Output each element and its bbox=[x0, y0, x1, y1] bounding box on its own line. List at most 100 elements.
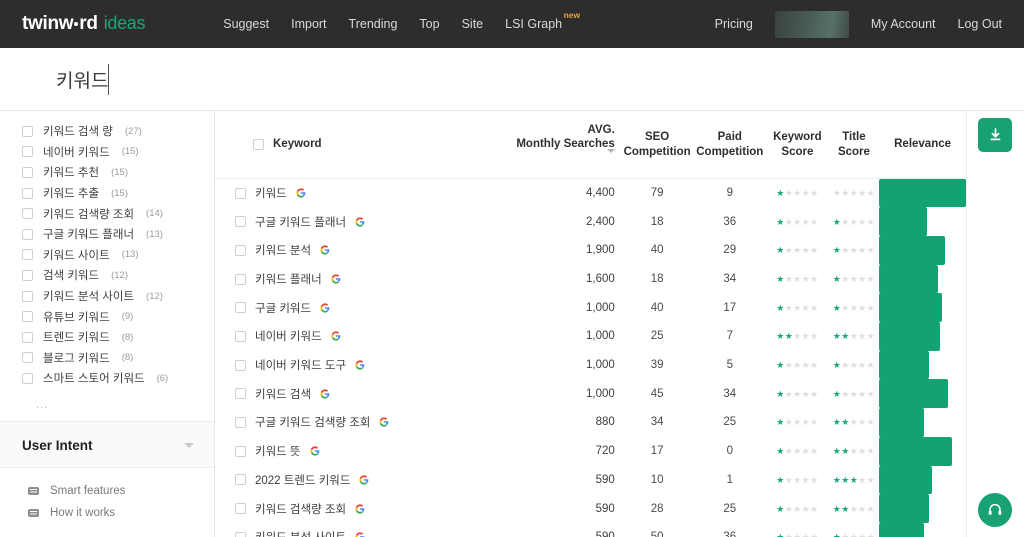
user-intent-link[interactable]: How it works bbox=[0, 502, 214, 524]
facet-row[interactable]: 유튜브 키워드 (9) bbox=[0, 306, 214, 327]
facet-checkbox[interactable] bbox=[22, 228, 33, 240]
facet-checkbox[interactable] bbox=[22, 290, 33, 302]
nav-item-pricing[interactable]: Pricing bbox=[715, 17, 753, 31]
cell-paid-competition: 1 bbox=[726, 473, 733, 486]
brand-logo[interactable]: twinw rd ideas bbox=[22, 13, 146, 35]
row-checkbox[interactable] bbox=[235, 359, 246, 371]
support-button[interactable] bbox=[978, 493, 1012, 527]
facet-more-ellipsis[interactable]: ... bbox=[0, 395, 214, 421]
facet-checkbox[interactable] bbox=[22, 372, 33, 384]
facet-row[interactable]: 블로그 키워드 (8) bbox=[0, 348, 214, 369]
facet-checkbox[interactable] bbox=[22, 269, 33, 281]
facet-checkbox[interactable] bbox=[22, 249, 33, 261]
cell-keyword-score: ★★★★★ bbox=[766, 523, 829, 537]
new-badge: new bbox=[563, 10, 581, 20]
facet-row[interactable]: 스마트 스토어 키워드 (6) bbox=[0, 368, 214, 389]
facet-row[interactable]: 키워드 검색량 조회 (14) bbox=[0, 203, 214, 224]
headset-icon bbox=[988, 503, 1002, 515]
facet-checkbox[interactable] bbox=[22, 208, 33, 220]
row-checkbox[interactable] bbox=[235, 445, 246, 457]
table-row[interactable]: 키워드 뜻 720 17 0 ★★★★★ ★★★★★ bbox=[215, 436, 966, 466]
page-title-input[interactable]: 키워드 bbox=[56, 63, 110, 95]
facet-checkbox[interactable] bbox=[22, 166, 33, 178]
right-action-rail bbox=[966, 111, 1024, 537]
cell-seo-competition: 28 bbox=[650, 502, 664, 515]
facet-checkbox[interactable] bbox=[22, 311, 33, 323]
row-checkbox[interactable] bbox=[235, 187, 246, 199]
user-intent-header[interactable]: User Intent bbox=[0, 421, 214, 468]
table-row[interactable]: 네이버 키워드 도구 1,000 39 5 ★★★★★ ★★★★★ bbox=[215, 350, 966, 380]
row-checkbox[interactable] bbox=[235, 474, 246, 486]
cell-paid-competition: 36 bbox=[723, 215, 737, 228]
nav-item-trending[interactable]: Trending bbox=[349, 17, 398, 31]
keyword-text: 키워드 검색 bbox=[255, 388, 312, 401]
table-row[interactable]: 키워드 검색량 조회 590 28 25 ★★★★★ ★★★★★ bbox=[215, 494, 966, 523]
col-paid-line2: Competition bbox=[696, 145, 764, 158]
cell-seo-competition: 39 bbox=[650, 359, 664, 372]
cell-keyword-score: ★★★★★ bbox=[766, 351, 829, 380]
cell-avg-monthly-searches: 590 bbox=[595, 473, 615, 486]
facet-checkbox[interactable] bbox=[22, 331, 33, 343]
table-row[interactable]: 2022 트렌드 키워드 590 10 1 ★★★★★ ★★★★★ bbox=[215, 465, 966, 495]
row-checkbox[interactable] bbox=[235, 416, 246, 428]
table-row[interactable]: 키워드 검색 1,000 45 34 ★★★★★ ★★★★★ bbox=[215, 379, 966, 409]
col-title-score[interactable]: Title Score bbox=[828, 111, 880, 180]
facet-row[interactable]: 트렌드 키워드 (8) bbox=[0, 327, 214, 348]
select-all-checkbox[interactable] bbox=[253, 139, 264, 151]
col-avg-monthly-searches[interactable]: AVG. Monthly Searches bbox=[513, 111, 621, 180]
table-row[interactable]: 구글 키워드 1,000 40 17 ★★★★★ ★★★★★ bbox=[215, 293, 966, 323]
nav-item-suggest[interactable]: Suggest bbox=[223, 17, 269, 31]
table-row[interactable]: 키워드 분석 사이트 5905036 ★★★★★ ★★★★★ bbox=[215, 522, 966, 537]
col-relevance[interactable]: Relevance bbox=[879, 111, 966, 180]
row-checkbox[interactable] bbox=[235, 330, 246, 342]
table-row[interactable]: 키워드 플래너 1,600 18 34 ★★★★★ ★★★★★ bbox=[215, 264, 966, 294]
facet-row[interactable]: 검색 키워드 (12) bbox=[0, 265, 214, 286]
col-keyword[interactable]: Keyword bbox=[215, 111, 514, 180]
table-row[interactable]: 키워드 분석 1,900 40 29 ★★★★★ ★★★★★ bbox=[215, 236, 966, 265]
facet-row[interactable]: 구글 키워드 플래너 (13) bbox=[0, 224, 214, 245]
nav-item-import[interactable]: Import bbox=[291, 17, 326, 31]
row-checkbox[interactable] bbox=[235, 503, 246, 515]
facet-checkbox[interactable] bbox=[22, 187, 33, 199]
cell-keyword: 키워드 뜻 bbox=[215, 437, 514, 466]
nav-item-top[interactable]: Top bbox=[419, 17, 439, 31]
col-paid-line1: Paid bbox=[717, 131, 742, 144]
row-checkbox[interactable] bbox=[235, 388, 246, 400]
row-checkbox[interactable] bbox=[235, 531, 246, 537]
table-row[interactable]: 구글 키워드 검색량 조회 880 34 25 ★★★★★ ★★★★★ bbox=[215, 408, 966, 437]
nav-item-my-account[interactable]: My Account bbox=[871, 17, 936, 31]
facet-row[interactable]: 키워드 검색 량 (27) bbox=[0, 121, 214, 142]
facet-checkbox[interactable] bbox=[22, 352, 33, 364]
cell-paid-competition: 9 bbox=[726, 187, 733, 200]
facet-label: 키워드 분석 사이트 bbox=[43, 291, 135, 304]
facet-row[interactable]: 키워드 추출 (15) bbox=[0, 183, 214, 204]
facet-row[interactable]: 네이버 키워드 (15) bbox=[0, 142, 214, 163]
nav-item-site[interactable]: Site bbox=[462, 17, 484, 31]
table-row[interactable]: 네이버 키워드 1,000 25 7 ★★★★★ ★★★★★ bbox=[215, 322, 966, 351]
table-row[interactable]: 키워드 4,400 79 9 ★★★★★ ★★★★★ bbox=[215, 179, 966, 208]
facet-row[interactable]: 키워드 사이트 (13) bbox=[0, 245, 214, 266]
row-checkbox[interactable] bbox=[235, 273, 246, 285]
relevance-bar bbox=[879, 322, 966, 351]
col-keyword-score[interactable]: Keyword Score bbox=[766, 111, 829, 180]
nav-item-log-out[interactable]: Log Out bbox=[958, 17, 1002, 31]
table-row[interactable]: 구글 키워드 플래너 2,400 18 36 ★★★★★ ★★★★★ bbox=[215, 207, 966, 236]
keyword-score-stars: ★★★★★ bbox=[776, 532, 818, 537]
row-checkbox[interactable] bbox=[235, 216, 246, 228]
row-checkbox[interactable] bbox=[235, 244, 246, 256]
title-score-stars: ★★★★★ bbox=[832, 188, 876, 199]
sort-descending-icon[interactable] bbox=[606, 148, 615, 165]
nav-item-lsi-graph[interactable]: LSI Graph new bbox=[505, 10, 580, 31]
user-intent-link[interactable]: Smart features bbox=[0, 480, 214, 502]
facet-row[interactable]: 키워드 추천 (15) bbox=[0, 162, 214, 183]
cell-keyword: 네이버 키워드 도구 bbox=[215, 351, 514, 380]
download-button[interactable] bbox=[978, 118, 1012, 152]
row-checkbox[interactable] bbox=[235, 302, 246, 314]
facet-checkbox[interactable] bbox=[22, 125, 33, 137]
facet-checkbox[interactable] bbox=[22, 146, 33, 158]
facet-row[interactable]: 키워드 분석 사이트 (12) bbox=[0, 286, 214, 307]
keyword-score-stars: ★★★★★ bbox=[776, 216, 819, 227]
col-seo-competition[interactable]: SEO Competition bbox=[620, 111, 694, 180]
title-score-stars: ★★★★★ bbox=[832, 503, 876, 514]
col-paid-competition[interactable]: Paid Competition bbox=[693, 111, 767, 180]
